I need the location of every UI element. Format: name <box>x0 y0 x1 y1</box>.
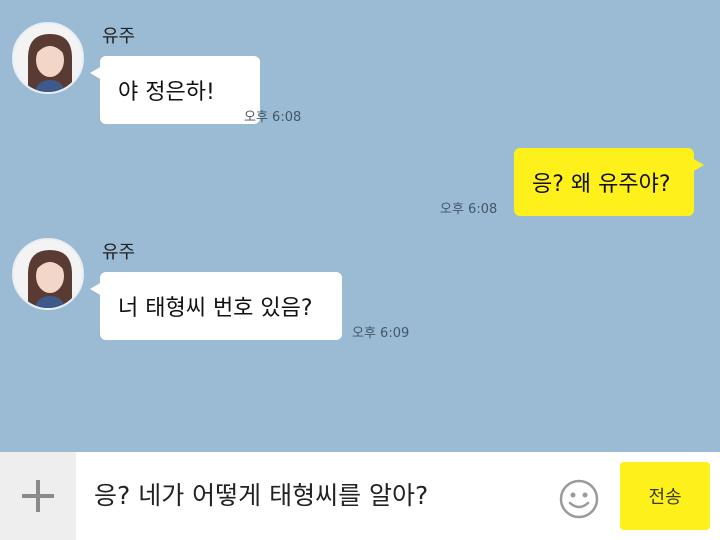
message-text: 너 태형씨 번호 있음? <box>118 296 313 321</box>
message-text: 야 정은하! <box>118 80 215 105</box>
emoji-button[interactable] <box>556 476 602 522</box>
message-bubble-outgoing[interactable]: 응? 왜 유주야? <box>514 148 704 216</box>
avatar[interactable] <box>12 22 84 94</box>
message-time: 오후 6:08 <box>244 110 302 125</box>
profile-avatar-icon <box>14 24 82 92</box>
sender-name: 유주 <box>102 26 136 47</box>
message-time: 오후 6:08 <box>440 202 498 217</box>
sender-name: 유주 <box>102 242 136 263</box>
avatar[interactable] <box>12 238 84 310</box>
message-text: 응? 왜 유주야? <box>532 172 671 197</box>
emoji-icon <box>559 479 599 519</box>
chat-area[interactable]: 유주 야 정은하! 오후 6:08 오후 6:08 응? 왜 유주야? 유주 너… <box>0 0 720 452</box>
message-input[interactable]: 응? 네가 어떻게 태형씨를 알아? <box>94 472 534 520</box>
message-bubble-incoming[interactable]: 너 태형씨 번호 있음? <box>90 272 342 340</box>
attach-button[interactable] <box>0 452 76 540</box>
message-bubble-incoming[interactable]: 야 정은하! <box>90 56 260 124</box>
send-button[interactable]: 전송 <box>620 462 710 530</box>
profile-avatar-icon <box>14 240 82 308</box>
input-bar: 응? 네가 어떻게 태형씨를 알아? 전송 <box>0 452 720 540</box>
message-time: 오후 6:09 <box>352 326 410 341</box>
plus-icon <box>22 480 54 512</box>
